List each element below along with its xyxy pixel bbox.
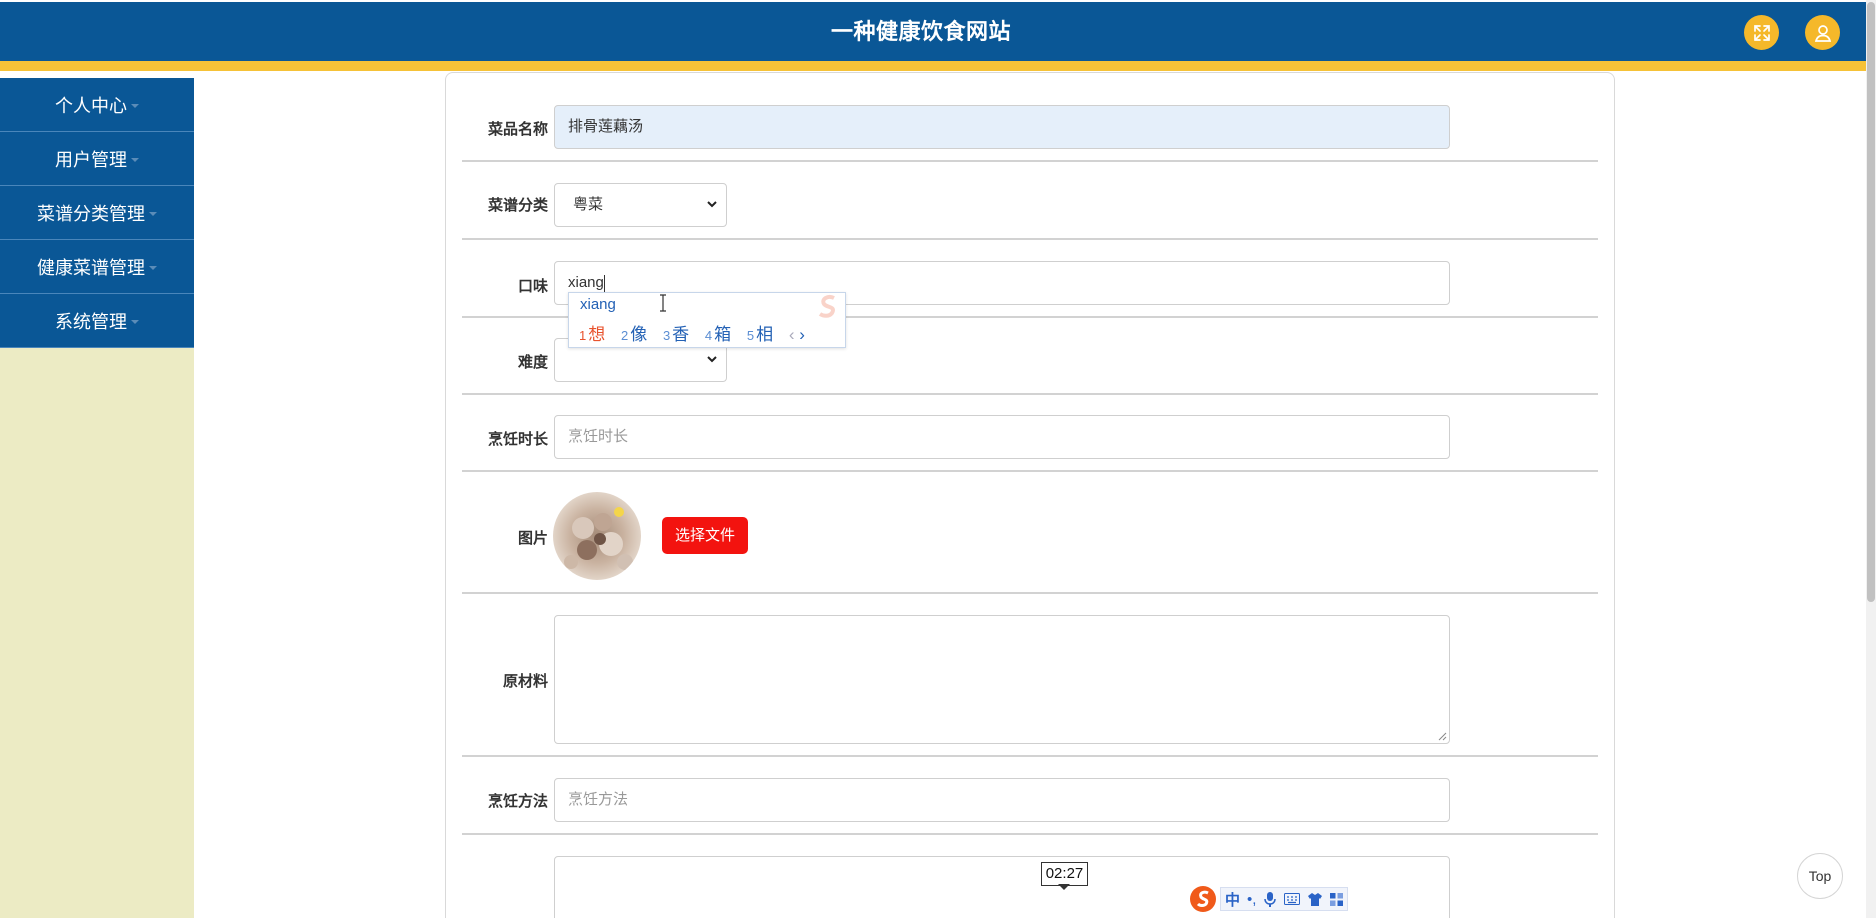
ime-toolbar[interactable]: 中 •, <box>1188 884 1364 914</box>
ime-composition: xiang <box>580 296 616 313</box>
category-select[interactable]: 粤菜 <box>554 183 727 227</box>
image-label: 图片 <box>517 530 548 547</box>
chevron-down-icon <box>149 265 157 270</box>
sidebar-item-recipe-category[interactable]: 菜谱分类管理 <box>0 186 194 240</box>
skin-shirt-icon[interactable] <box>1307 892 1323 906</box>
timer-tail <box>1058 884 1070 890</box>
ime-candidate-popup: xiang 1想 2像 3香 4箱 5相 ‹ › <box>568 292 846 348</box>
name-input[interactable]: 排骨莲藕汤 <box>554 105 1450 149</box>
method-label: 烹饪方法 <box>487 793 548 810</box>
sidebar-item-label: 系统管理 <box>55 311 127 332</box>
keyboard-icon[interactable] <box>1284 893 1301 905</box>
text-cursor <box>603 274 605 292</box>
difficulty-label: 难度 <box>517 354 548 371</box>
sogou-logo-icon <box>818 294 835 318</box>
ime-candidate[interactable]: 4箱 <box>705 325 731 344</box>
cook-time-label: 烹饪时长 <box>487 431 548 448</box>
sidebar-item-personal-center[interactable]: 个人中心 <box>0 78 194 132</box>
header-accent-bar <box>0 61 1866 71</box>
resize-handle-icon[interactable] <box>1438 732 1447 741</box>
choose-file-button[interactable]: 选择文件 <box>662 517 748 554</box>
fullscreen-button[interactable] <box>1744 15 1779 50</box>
category-value: 粤菜 <box>573 196 604 213</box>
method-placeholder: 烹饪方法 <box>568 791 629 808</box>
dish-photo <box>553 492 641 580</box>
ime-candidate[interactable]: 2像 <box>621 325 647 344</box>
name-label: 菜品名称 <box>487 121 548 138</box>
cook-time-placeholder: 烹饪时长 <box>568 428 629 445</box>
ime-candidates: 1想 2像 3香 4箱 5相 ‹ › <box>579 320 805 345</box>
sidebar-item-system-management[interactable]: 系统管理 <box>0 294 194 348</box>
sidebar-item-label: 个人中心 <box>55 95 127 116</box>
ingredients-textarea[interactable] <box>554 615 1450 744</box>
fullscreen-icon <box>1753 24 1770 41</box>
sidebar: 个人中心 用户管理 菜谱分类管理 健康菜谱管理 系统管理 <box>0 78 194 918</box>
chevron-down-icon <box>131 157 139 162</box>
user-button[interactable] <box>1805 15 1840 50</box>
microphone-icon[interactable] <box>1263 891 1277 907</box>
top-header: 一种健康饮食网站 <box>0 2 1866 61</box>
site-title: 一种健康饮食网站 <box>830 19 1011 44</box>
ime-candidate[interactable]: 1想 <box>579 325 605 344</box>
sidebar-item-healthy-recipe[interactable]: 健康菜谱管理 <box>0 240 194 294</box>
punctuation-icon[interactable]: •, <box>1247 891 1256 908</box>
timer-badge: 02:27 <box>1041 862 1088 886</box>
ime-toolbar-buttons: 中 •, <box>1220 887 1349 911</box>
chevron-down-icon <box>131 103 139 108</box>
back-to-top-button[interactable]: Top <box>1797 853 1843 899</box>
sidebar-item-label: 健康菜谱管理 <box>37 257 145 278</box>
sidebar-item-user-management[interactable]: 用户管理 <box>0 132 194 186</box>
chevron-down-icon <box>131 319 139 324</box>
ime-pager[interactable]: ‹ › <box>789 325 805 344</box>
ime-language-toggle[interactable]: 中 <box>1225 889 1240 910</box>
sidebar-item-label: 用户管理 <box>55 149 127 170</box>
apps-grid-icon[interactable] <box>1330 892 1344 906</box>
category-label: 菜谱分类 <box>487 197 548 214</box>
scrollbar-thumb[interactable] <box>1867 2 1875 602</box>
sidebar-item-label: 菜谱分类管理 <box>37 203 145 224</box>
taste-label: 口味 <box>517 278 548 295</box>
text-cursor-icon <box>660 294 666 312</box>
ime-candidate[interactable]: 3香 <box>663 325 689 344</box>
chevron-down-icon <box>149 211 157 216</box>
taste-value: xiang <box>568 274 604 291</box>
ingredients-label: 原材料 <box>502 673 548 690</box>
chevron-down-icon <box>707 356 717 363</box>
method-input[interactable]: 烹饪方法 <box>554 778 1450 822</box>
sogou-logo-icon[interactable] <box>1188 884 1220 914</box>
ime-candidate[interactable]: 5相 <box>747 325 773 344</box>
cook-time-input[interactable]: 烹饪时长 <box>554 415 1450 459</box>
dish-image <box>553 492 641 580</box>
user-icon <box>1814 24 1831 42</box>
chevron-down-icon <box>707 201 717 208</box>
